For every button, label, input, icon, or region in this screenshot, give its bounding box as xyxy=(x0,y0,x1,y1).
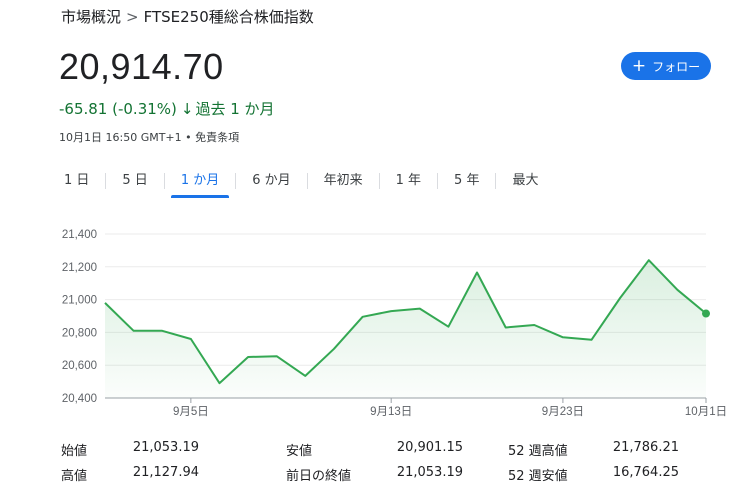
stats-row: 始値 21,053.19 安値 20,901.15 52 週高値 21,786.21 xyxy=(61,440,741,460)
stats-row: 高値 21,127.94 前日の終値 21,053.19 52 週安値 16,764.25 xyxy=(61,465,741,485)
follow-button[interactable]: + フォロー xyxy=(621,52,711,80)
price-area xyxy=(105,260,706,398)
stat-value: 21,127.94 xyxy=(132,465,199,480)
tab-range[interactable]: 1 か月 xyxy=(170,168,230,198)
breadcrumb-root[interactable]: 市場概況 xyxy=(61,8,121,26)
y-tick-label: 21,200 xyxy=(62,262,97,274)
stat-label: 安値 xyxy=(286,444,313,459)
plus-icon: + xyxy=(631,55,647,76)
price-change: -65.81 (-0.31%) ↓ 過去 1 か月 xyxy=(59,98,275,119)
tab-range[interactable]: 1 日 xyxy=(54,168,99,194)
tab-range[interactable]: 6 か月 xyxy=(242,168,300,194)
y-tick-label: 21,000 xyxy=(62,295,97,307)
tab-separator xyxy=(495,173,497,189)
breadcrumb-separator: > xyxy=(126,8,139,26)
tab-range[interactable]: 1 年 xyxy=(386,168,431,194)
tab-separator xyxy=(105,173,107,189)
tab-separator xyxy=(378,173,380,189)
stat-value: 21,053.19 xyxy=(132,440,199,455)
last-price-marker xyxy=(702,309,710,318)
price-chart: 21,400 21,200 21,000 20,800 20,600 20,400 9月5日… xyxy=(62,229,727,418)
stat-label: 52 週安値 xyxy=(508,469,568,484)
breadcrumb: 市場概況 > FTSE250種総合株価指数 xyxy=(61,6,314,27)
y-tick-label: 20,400 xyxy=(62,393,97,405)
stat-label: 高値 xyxy=(61,469,88,484)
tab-separator xyxy=(306,173,308,189)
x-tick-label: 10月1日 xyxy=(685,406,727,418)
stat-value: 21,786.21 xyxy=(612,440,679,455)
change-value: -65.81 (-0.31%) xyxy=(59,100,177,118)
tab-separator xyxy=(437,173,439,189)
y-tick-label: 20,800 xyxy=(62,327,97,339)
breadcrumb-current: FTSE250種総合株価指数 xyxy=(143,8,314,26)
arrow-down-icon: ↓ xyxy=(180,100,194,118)
x-tick-label: 9月5日 xyxy=(173,406,209,418)
range-tabs: 1 日 5 日 1 か月 6 か月 年初来 1 年 5 年最大 xyxy=(54,166,548,198)
stat-label: 始値 xyxy=(61,444,88,459)
stat-value: 20,901.15 xyxy=(396,440,463,455)
tab-separator xyxy=(163,173,165,189)
tab-range[interactable]: 最大 xyxy=(502,168,548,194)
x-tick-label: 9月23日 xyxy=(542,406,584,418)
stat-label: 52 週高値 xyxy=(508,444,568,459)
y-tick-label: 21,400 xyxy=(62,229,97,241)
y-tick-label: 20,600 xyxy=(62,360,97,372)
tab-range[interactable]: 5 日 xyxy=(112,168,157,194)
x-tick-label: 9月13日 xyxy=(370,406,412,418)
stat-value: 21,053.19 xyxy=(396,465,463,480)
tab-range[interactable]: 年初来 xyxy=(314,168,373,194)
change-period: 過去 1 か月 xyxy=(195,100,275,118)
stat-label: 前日の終値 xyxy=(286,469,352,484)
follow-label: フォロー xyxy=(652,59,701,74)
current-price: 20,914.70 xyxy=(59,46,224,87)
stat-value: 16,764.25 xyxy=(612,465,679,480)
timestamp-disclaimer: 10月1日 16:50 GMT+1 • 免責条項 xyxy=(59,131,240,144)
tab-range[interactable]: 5 年 xyxy=(444,168,489,194)
tab-separator xyxy=(235,173,237,189)
